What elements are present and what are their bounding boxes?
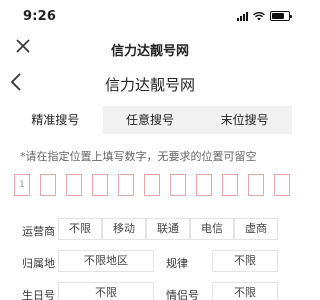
digit-input[interactable] [248, 174, 264, 196]
digit-input[interactable] [274, 174, 290, 196]
status-bar: 9:26 [0, 0, 300, 32]
digit-input[interactable] [222, 174, 238, 196]
battery-icon [270, 11, 292, 21]
signal-icon [237, 11, 248, 21]
wifi-icon [253, 11, 265, 20]
carrier-option-telecom[interactable]: 电信 [190, 218, 234, 240]
tab-any-search[interactable]: 任意搜号 [103, 106, 198, 134]
couple-select[interactable]: 不限 [212, 282, 278, 300]
birthday-filter-row: 生日号 不限 情侣号 不限 [0, 282, 300, 300]
carrier-option-mvno[interactable]: 虚商 [234, 218, 278, 240]
region-select[interactable]: 不限地区 [58, 250, 154, 272]
birthday-label: 生日号 [22, 289, 55, 300]
digit-inputs: 1 [14, 174, 296, 196]
nav-title: 信力达靓号网 [110, 44, 189, 59]
digit-input[interactable] [92, 174, 108, 196]
birthday-select[interactable]: 不限 [58, 282, 154, 300]
region-label: 归属地 [22, 257, 55, 270]
status-icons [237, 11, 292, 21]
nav-bar: 信力达靓号网 [0, 32, 300, 64]
input-hint: *请在指定位置上填写数字，无要求的位置可留空 [20, 150, 257, 163]
tab-exact-search[interactable]: 精准搜号 [8, 106, 103, 134]
carrier-filter-row: 运营商 不限 移动 联通 电信 虚商 [0, 218, 300, 242]
digit-input[interactable] [170, 174, 186, 196]
carrier-option-unicom[interactable]: 联通 [146, 218, 190, 240]
page-header: 信力达靓号网 [0, 68, 300, 100]
couple-label: 情侣号 [166, 289, 199, 300]
carrier-option-any[interactable]: 不限 [58, 218, 102, 240]
digit-input[interactable] [144, 174, 160, 196]
carrier-option-mobile[interactable]: 移动 [102, 218, 146, 240]
rule-select[interactable]: 不限 [212, 250, 278, 272]
digit-input[interactable] [118, 174, 134, 196]
page-title: 信力达靓号网 [104, 76, 195, 94]
digit-input[interactable] [196, 174, 212, 196]
region-filter-row: 归属地 不限地区 规律 不限 [0, 250, 300, 274]
tab-tail-search[interactable]: 末位搜号 [197, 106, 292, 134]
digit-input[interactable]: 1 [14, 174, 30, 196]
digit-input[interactable] [66, 174, 82, 196]
digit-input[interactable] [40, 174, 56, 196]
search-mode-tabs: 精准搜号 任意搜号 末位搜号 [8, 106, 292, 134]
status-time: 9:26 [23, 9, 57, 24]
carrier-label: 运营商 [22, 225, 55, 238]
rule-label: 规律 [166, 257, 188, 270]
